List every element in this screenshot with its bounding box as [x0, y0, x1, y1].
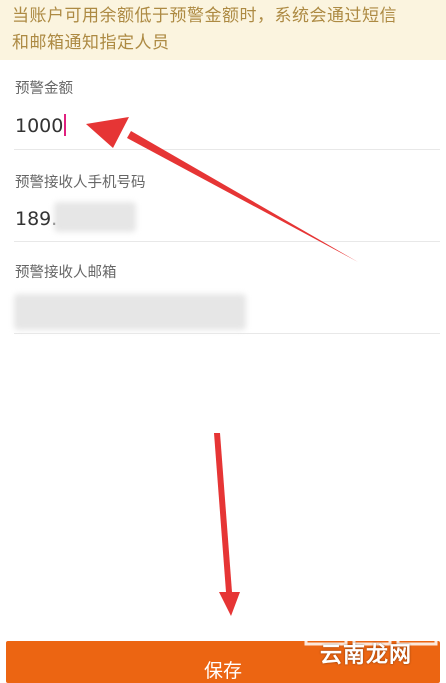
amount-field[interactable]: 预警金额 1000 — [14, 60, 440, 150]
phone-field[interactable]: 预警接收人手机号码 189. — [14, 150, 440, 242]
watermark-text: 云南龙网 — [319, 643, 412, 668]
notice-line-1: 当账户可用余额低于预警金额时，系统会通过短信 — [12, 6, 397, 26]
phone-input[interactable]: 189. — [15, 207, 57, 231]
email-redaction-blur — [14, 294, 246, 330]
arrow-to-save-head — [219, 592, 240, 616]
email-field[interactable]: 预警接收人邮箱 — [14, 242, 440, 334]
text-caret — [64, 114, 67, 136]
notice-line-2: 和邮箱通知指定人员 — [12, 33, 170, 53]
amount-value: 1000 — [15, 115, 64, 137]
phone-label: 预警接收人手机号码 — [15, 175, 146, 191]
amount-input[interactable]: 1000 — [15, 114, 67, 138]
arrow-to-save-shaft — [214, 433, 232, 592]
warning-notice-banner: 当账户可用余额低于预警金额时，系统会通过短信 和邮箱通知指定人员 — [0, 0, 446, 60]
phone-redaction-blur — [54, 202, 136, 232]
email-label: 预警接收人邮箱 — [15, 265, 117, 281]
amount-label: 预警金额 — [15, 81, 73, 97]
